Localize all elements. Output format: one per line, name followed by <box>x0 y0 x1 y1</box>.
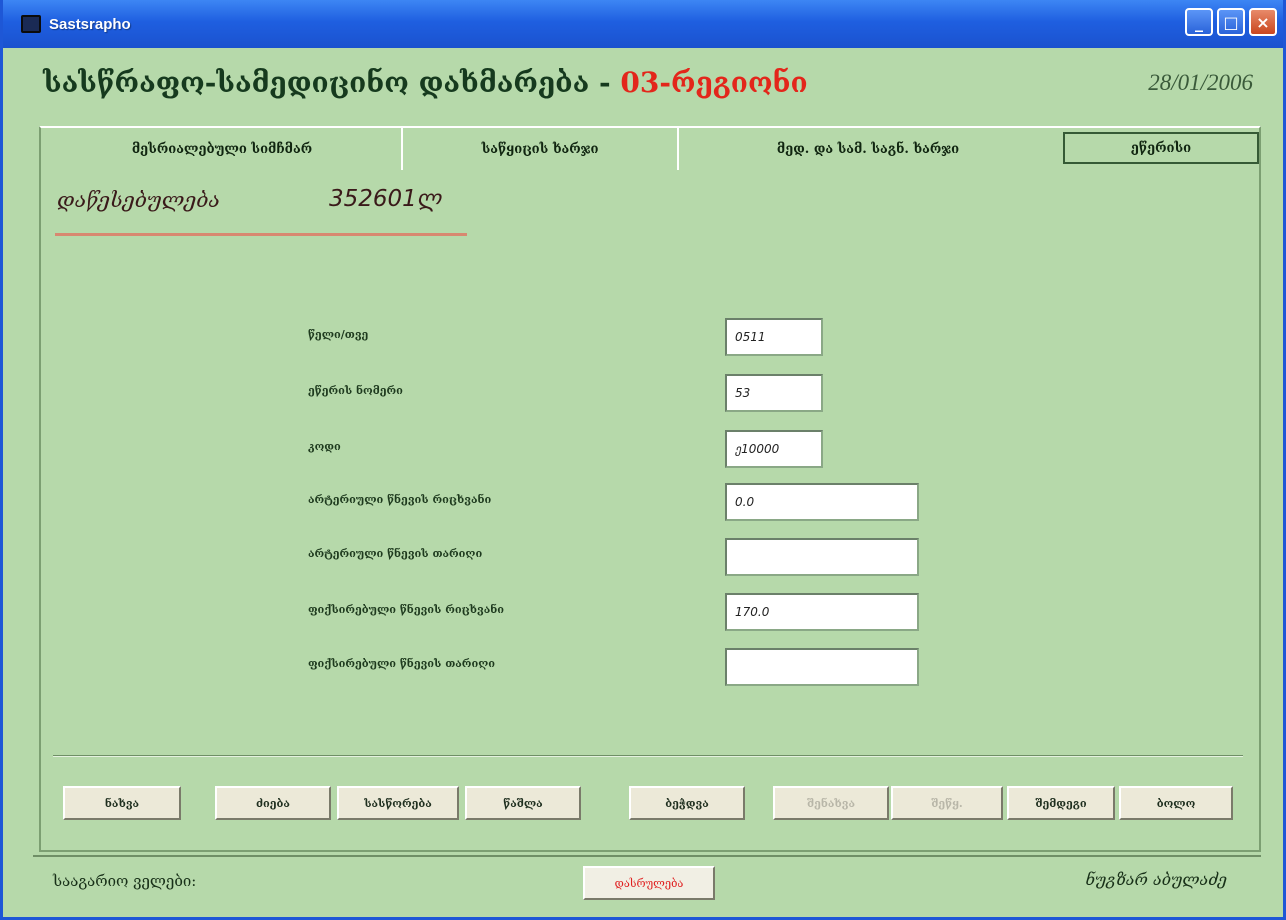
code-input[interactable]: ე10000 <box>725 430 823 468</box>
delete-button[interactable]: წაშლა <box>465 786 581 820</box>
next-button[interactable]: შემდეგი <box>1007 786 1115 820</box>
form-divider <box>53 755 1243 757</box>
status-label: სააგარიო ველები: <box>53 872 197 890</box>
finish-button[interactable]: დასრულება <box>583 866 715 900</box>
tab-4[interactable]: ეწერისი <box>1063 132 1259 164</box>
tab-1[interactable]: მესრიალებული სიმჩმარ <box>43 128 403 170</box>
minimize-button[interactable]: _ <box>1185 8 1213 36</box>
status-divider <box>33 855 1261 857</box>
window-title: Sastsrapho <box>49 15 131 33</box>
arterial-amount-input[interactable]: 0.0 <box>725 483 919 521</box>
field-label-fixed-date: ფიქსირებული წნევის თარიღი <box>308 657 495 670</box>
last-button[interactable]: ბოლო <box>1119 786 1233 820</box>
field-label-number: ეწერის ნომერი <box>308 384 403 397</box>
arterial-date-input[interactable] <box>725 538 919 576</box>
sort-button[interactable]: სასწორება <box>337 786 459 820</box>
page-title: სასწრაფო-სამედიცინო დახმარება - 03-რეგიო… <box>43 66 808 99</box>
maximize-icon: □ <box>1223 12 1239 32</box>
field-label-arterial-amount: არტერიული წნევის რიცხვანი <box>308 493 492 506</box>
maximize-button[interactable]: □ <box>1217 8 1245 36</box>
number-input[interactable]: 53 <box>725 374 823 412</box>
section-underline <box>55 233 467 236</box>
stop-button[interactable]: შეწყ. <box>891 786 1003 820</box>
status-user: ნუგზარ აბულაძე <box>1085 870 1227 889</box>
section-label: დაწესებულება <box>57 188 220 212</box>
fixed-date-input[interactable] <box>725 648 919 686</box>
tab-2[interactable]: საწყიცის ხარჯი <box>403 128 679 170</box>
fixed-amount-input[interactable]: 170.0 <box>725 593 919 631</box>
year-month-input[interactable]: 0511 <box>725 318 823 356</box>
window-controls: _ □ × <box>1185 8 1277 36</box>
tab-3[interactable]: მედ. და სამ. საგნ. ხარჯი <box>679 128 1057 170</box>
close-button[interactable]: × <box>1249 8 1277 36</box>
save-button[interactable]: შენახვა <box>773 786 889 820</box>
print-button[interactable]: ბეჭდვა <box>629 786 745 820</box>
view-button[interactable]: ნახვა <box>63 786 181 820</box>
close-icon: × <box>1256 12 1270 32</box>
search-button[interactable]: ძიება <box>215 786 331 820</box>
field-label-year-month: წელი/თვე <box>308 328 369 341</box>
field-label-fixed-amount: ფიქსირებული წნევის რიცხვანი <box>308 603 505 616</box>
title-bar[interactable]: Sastsrapho _ □ × <box>3 0 1283 48</box>
field-label-code: კოდი <box>308 440 341 453</box>
app-icon <box>21 15 41 33</box>
field-label-arterial-date: არტერიული წნევის თარიღი <box>308 547 483 560</box>
app-window: Sastsrapho _ □ × სასწრაფო-სამედიცინო დახ… <box>0 0 1286 920</box>
section-value: 352601ლ <box>329 186 442 212</box>
minimize-icon: _ <box>1195 12 1203 32</box>
title-main: სასწრაფო-სამედიცინო დახმარება - <box>43 66 621 99</box>
title-region: 03-რეგიონი <box>620 66 808 99</box>
header-date: 28/01/2006 <box>1148 70 1253 95</box>
